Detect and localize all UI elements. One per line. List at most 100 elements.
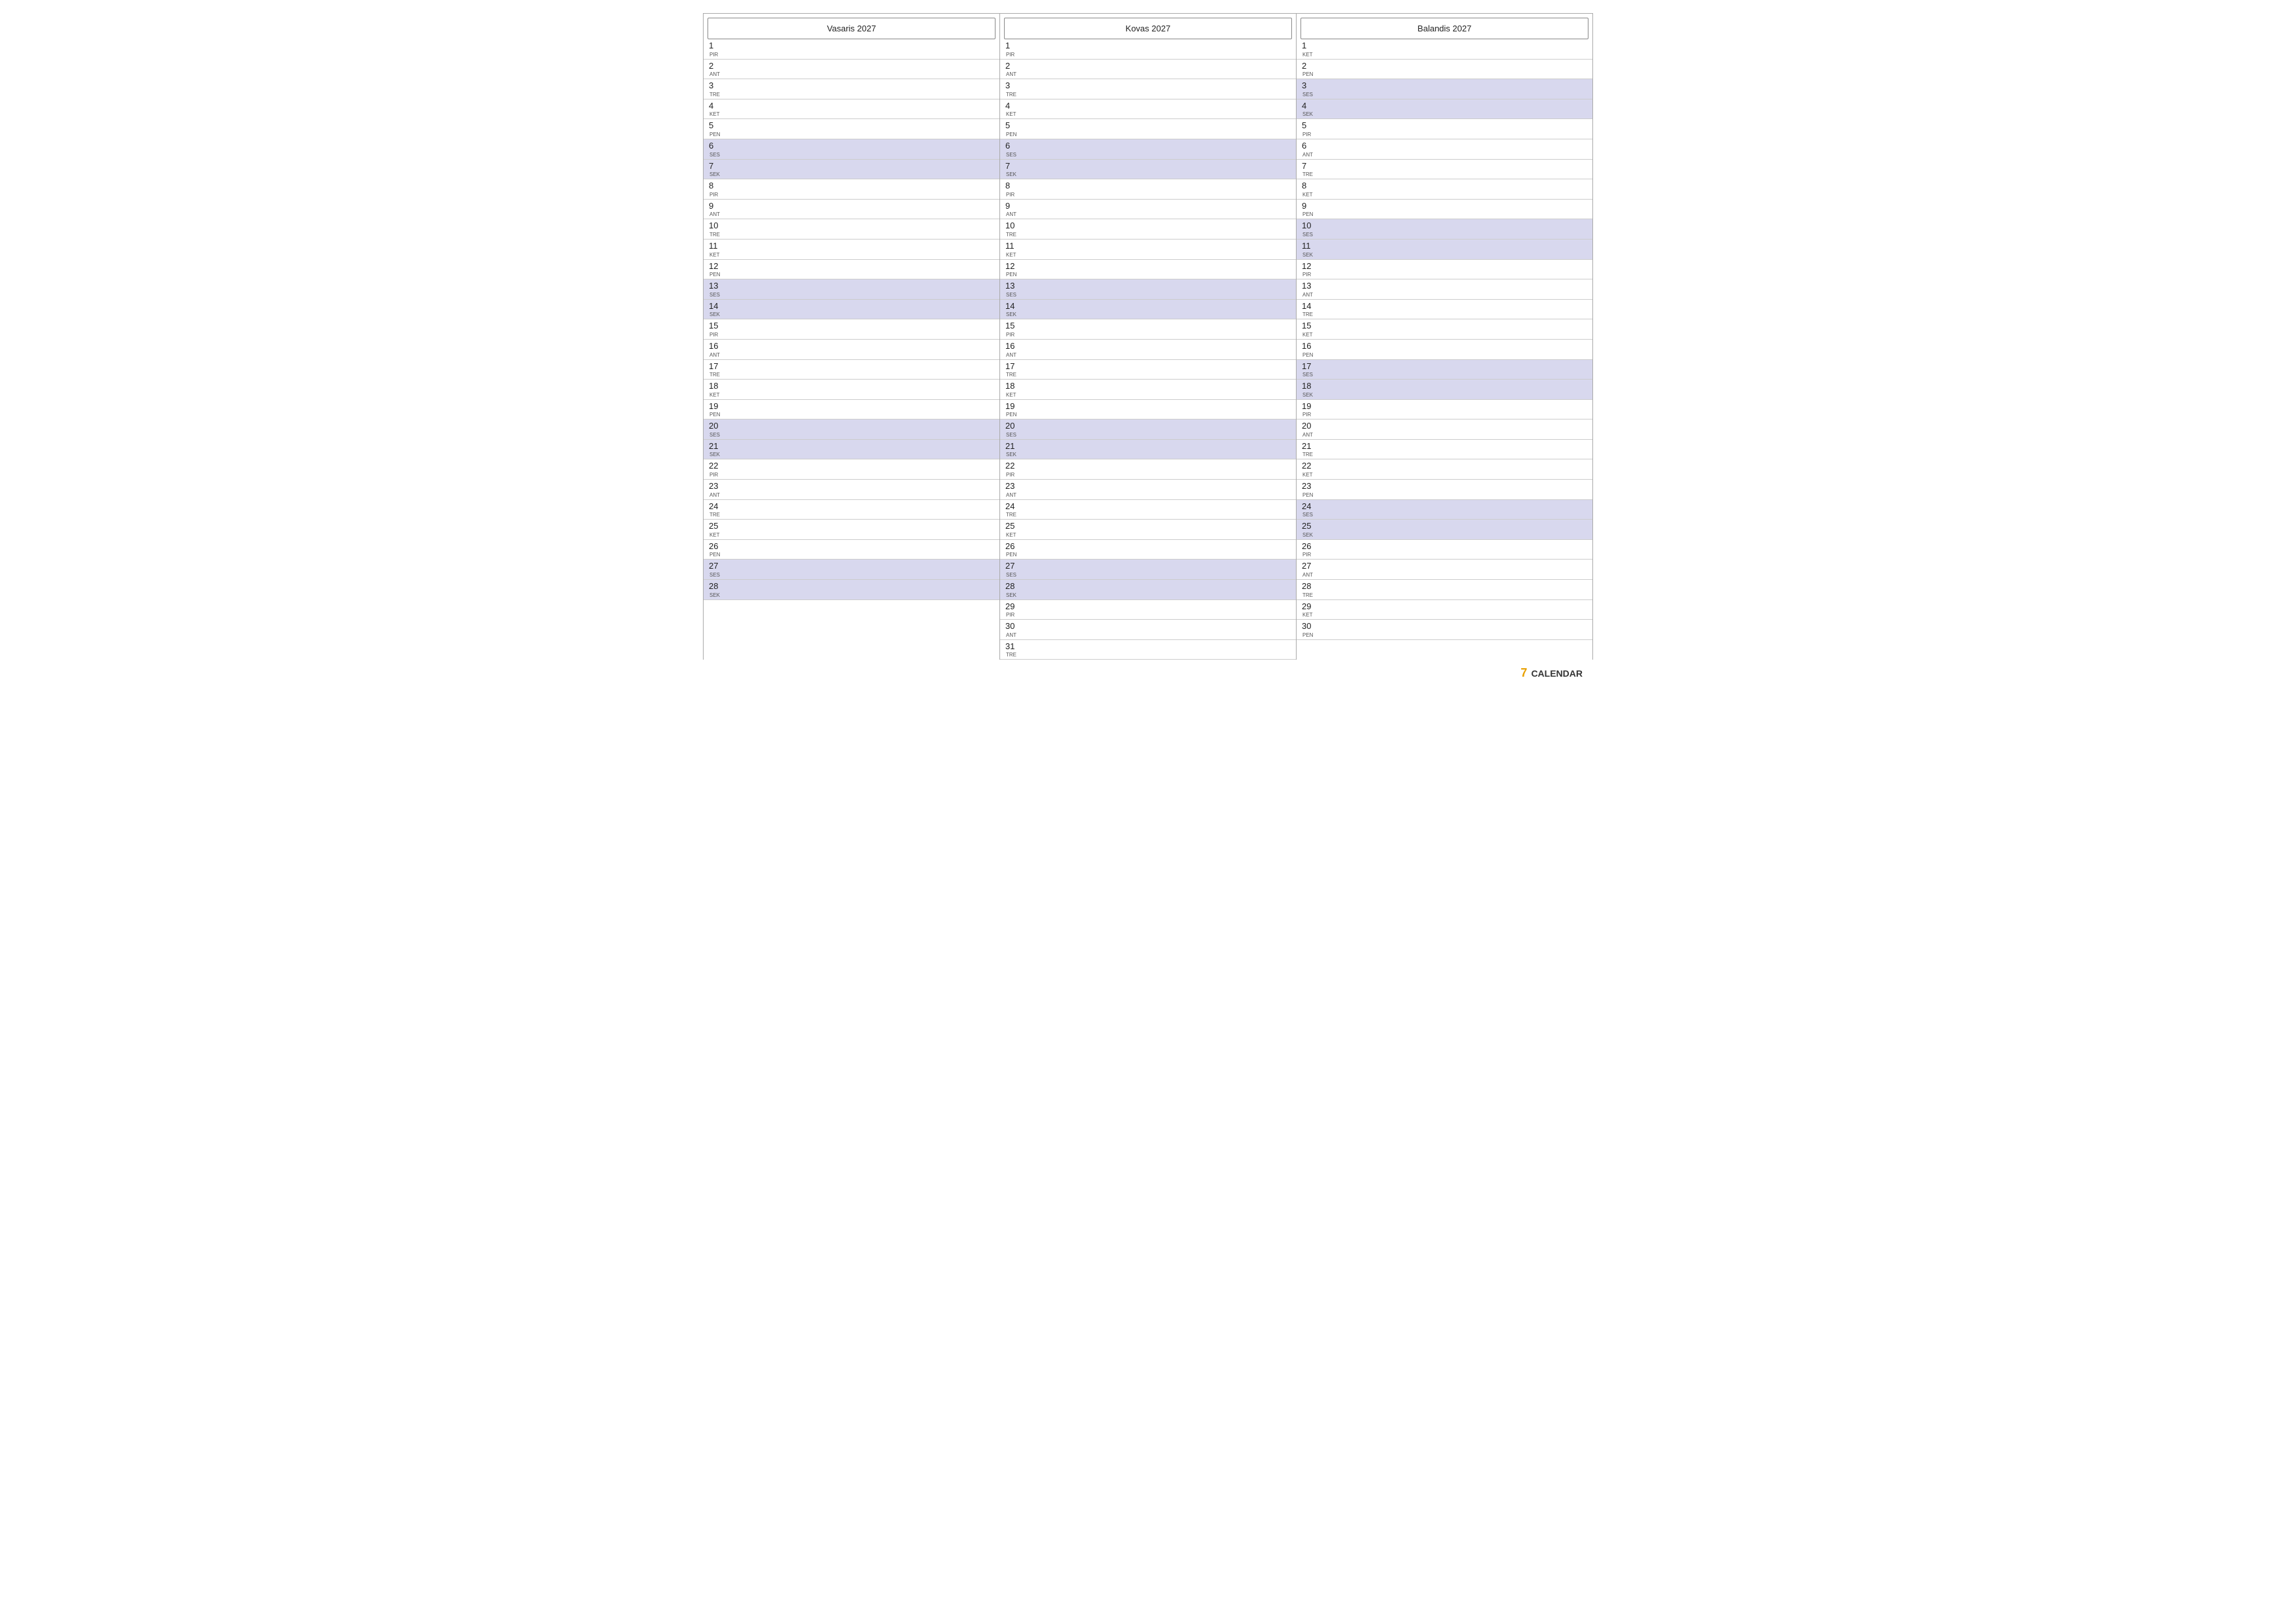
day-name: SEK (1302, 252, 1315, 258)
day-info: 11KET (709, 241, 722, 258)
day-name: KET (1006, 252, 1018, 258)
day-number: 10 (709, 221, 722, 231)
day-name: SEK (1302, 392, 1315, 398)
day-name: TRE (1006, 372, 1018, 378)
day-number: 12 (1302, 261, 1315, 272)
day-name: KET (709, 111, 722, 117)
day-number: 8 (709, 181, 722, 191)
day-name: SEK (1006, 312, 1018, 317)
day-info: 4SEK (1302, 101, 1315, 118)
day-number: 1 (709, 41, 722, 51)
day-name: ANT (1006, 211, 1018, 217)
day-name: TRE (1006, 92, 1018, 98)
day-number: 19 (709, 401, 722, 412)
day-info: 30ANT (1005, 621, 1018, 638)
day-name: SES (709, 292, 722, 298)
month-col-kovas: Kovas 20271PIR2ANT3TRE4KET5PEN6SES7SEK8P… (1000, 14, 1297, 660)
day-name: SES (709, 152, 722, 158)
day-row: 8KET (1297, 179, 1592, 200)
day-number: 1 (1005, 41, 1018, 51)
day-name: PIR (1006, 192, 1018, 198)
day-name: SES (1006, 152, 1018, 158)
day-number: 31 (1005, 641, 1018, 652)
day-info: 16ANT (1005, 341, 1018, 358)
day-info: 15PIR (709, 321, 722, 338)
day-name: SEK (1006, 171, 1018, 177)
day-info: 9PEN (1302, 201, 1315, 218)
day-name: ANT (1006, 492, 1018, 498)
day-name: SES (1006, 572, 1018, 578)
day-number: 19 (1302, 401, 1315, 412)
day-name: PIR (709, 192, 722, 198)
day-number: 24 (709, 501, 722, 512)
day-name: ANT (709, 71, 722, 77)
day-number: 27 (1005, 561, 1018, 571)
day-info: 2PEN (1302, 61, 1315, 78)
day-name: SES (709, 572, 722, 578)
day-name: TRE (709, 92, 722, 98)
day-name: SEK (1302, 111, 1315, 117)
day-info: 21SEK (1005, 441, 1018, 458)
day-info: 20ANT (1302, 421, 1315, 438)
day-name: ANT (709, 492, 722, 498)
day-number: 28 (1005, 581, 1018, 592)
day-row: 8PIR (1000, 179, 1296, 200)
day-number: 25 (709, 521, 722, 531)
day-row: 2ANT (1000, 60, 1296, 80)
day-info: 3TRE (709, 80, 722, 98)
day-number: 28 (709, 581, 722, 592)
day-row: 12PEN (704, 260, 999, 280)
day-row: 14SEK (1000, 300, 1296, 320)
day-number: 7 (709, 161, 722, 171)
day-name: PIR (1302, 132, 1315, 137)
day-number: 7 (1302, 161, 1315, 171)
day-row: 26PIR (1297, 540, 1592, 560)
day-number: 18 (1302, 381, 1315, 391)
day-name: SEK (709, 592, 722, 598)
day-info: 10SES (1302, 221, 1315, 238)
day-name: PIR (709, 332, 722, 338)
calendar-label: CALENDAR (1531, 668, 1583, 679)
month-header-kovas: Kovas 2027 (1004, 18, 1292, 39)
day-name: KET (1006, 532, 1018, 538)
day-number: 26 (1302, 541, 1315, 552)
day-info: 5PEN (709, 120, 722, 137)
day-name: PEN (1006, 412, 1018, 418)
day-row: 23PEN (1297, 480, 1592, 500)
day-row: 3SES (1297, 79, 1592, 99)
day-name: SEK (709, 452, 722, 457)
day-row: 17TRE (704, 360, 999, 380)
day-info: 26PIR (1302, 541, 1315, 558)
day-number: 20 (1005, 421, 1018, 431)
day-number: 25 (1302, 521, 1315, 531)
day-number: 23 (1302, 481, 1315, 491)
day-name: PEN (709, 412, 722, 418)
day-row: 27SES (1000, 560, 1296, 580)
day-info: 19PEN (1005, 401, 1018, 418)
day-info: 9ANT (1005, 201, 1018, 218)
day-row: 9ANT (1000, 200, 1296, 220)
day-info: 21TRE (1302, 441, 1315, 458)
month-col-balandis: Balandis 20271KET2PEN3SES4SEK5PIR6ANT7TR… (1297, 14, 1593, 660)
day-name: SEK (1006, 452, 1018, 457)
day-name: SEK (1302, 532, 1315, 538)
day-row: 11KET (1000, 240, 1296, 260)
day-number: 21 (709, 441, 722, 452)
day-info: 29PIR (1005, 601, 1018, 618)
day-info: 25KET (709, 521, 722, 538)
day-name: ANT (1302, 292, 1315, 298)
day-number: 29 (1005, 601, 1018, 612)
day-number: 20 (709, 421, 722, 431)
day-number: 26 (1005, 541, 1018, 552)
day-number: 22 (1005, 461, 1018, 471)
day-info: 7SEK (709, 161, 722, 178)
day-number: 1 (1302, 41, 1315, 51)
day-number: 30 (1005, 621, 1018, 632)
day-name: ANT (1302, 432, 1315, 438)
day-info: 19PEN (709, 401, 722, 418)
day-row: 21SEK (1000, 440, 1296, 460)
day-info: 5PIR (1302, 120, 1315, 137)
day-row: 18KET (704, 380, 999, 400)
day-row: 18KET (1000, 380, 1296, 400)
day-info: 7TRE (1302, 161, 1315, 178)
